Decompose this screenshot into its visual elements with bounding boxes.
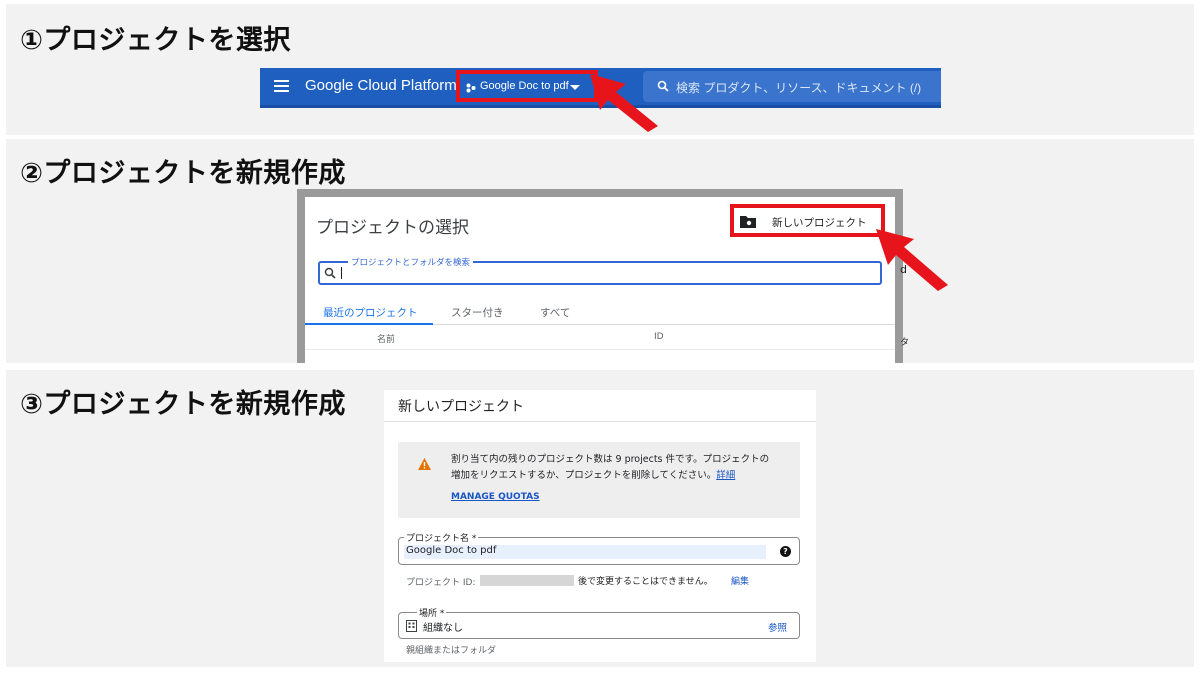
search-placeholder: 検索 プロダクト、リソース、ドキュメント (/)	[676, 81, 922, 95]
project-name-value[interactable]: Google Doc to pdf	[406, 545, 496, 556]
divider	[384, 421, 816, 422]
project-name-label: プロジェクト名 *	[404, 531, 479, 544]
project-dots-icon	[466, 83, 476, 93]
select-project-dialog: プロジェクトの選択 新しいプロジェクト プロジェクトとフォルダを検索 最近のプロ…	[297, 189, 903, 363]
search-icon	[324, 267, 336, 279]
new-project-button[interactable]: 新しいプロジェクト	[730, 204, 885, 237]
dialog-title: プロジェクトの選択	[316, 218, 469, 238]
warning-icon	[418, 458, 431, 470]
dialog-title: 新しいプロジェクト	[398, 399, 524, 415]
step3-panel: ③プロジェクトを新規作成 新しいプロジェクト 割り当て内の残りのプロジェクト数は…	[6, 370, 1194, 667]
step1-heading: ①プロジェクトを選択	[20, 25, 291, 56]
project-id-redacted	[480, 575, 574, 586]
folder-add-icon	[740, 216, 756, 228]
project-search-input[interactable]: プロジェクトとフォルダを検索	[318, 256, 882, 285]
details-link[interactable]: 詳細	[716, 470, 735, 481]
column-name[interactable]: 名前	[377, 332, 395, 345]
quota-text-line2: 増加をリクエストするか、プロジェクトを削除してください。詳細	[451, 467, 735, 481]
location-value: 組織なし	[423, 623, 463, 634]
tab-recent[interactable]: 最近のプロジェクト	[323, 305, 418, 320]
new-project-label: 新しいプロジェクト	[772, 217, 867, 229]
browse-link[interactable]: 参照	[768, 620, 787, 634]
step1-panel: ①プロジェクトを選択 Google Cloud Platform Google …	[6, 4, 1194, 135]
step3-heading: ③プロジェクトを新規作成	[20, 389, 346, 420]
project-id-label: プロジェクト ID:	[406, 578, 476, 588]
project-selector-label: Google Doc to pdf	[480, 80, 569, 92]
edit-project-id-link[interactable]: 編集	[731, 574, 749, 587]
step2-heading: ②プロジェクトを新規作成	[20, 158, 346, 189]
tab-all[interactable]: すべて	[540, 305, 570, 320]
quota-text-line1: 割り当て内の残りのプロジェクト数は 9 projects 件です。プロジェクトの	[451, 454, 770, 465]
search-input[interactable]: 検索 プロダクト、リソース、ドキュメント (/)	[643, 71, 941, 102]
clipped-text: タ	[900, 338, 910, 348]
column-divider	[305, 349, 895, 350]
tab-starred[interactable]: スター付き	[451, 305, 504, 320]
column-id[interactable]: ID	[654, 332, 664, 342]
location-label: 場所 *	[417, 606, 447, 619]
active-tab-indicator	[305, 323, 433, 325]
new-project-dialog: 新しいプロジェクト 割り当て内の残りのプロジェクト数は 9 projects 件…	[384, 390, 816, 662]
pointer-arrow-icon	[876, 229, 948, 291]
location-field[interactable]: 場所 * 組織なし 参照	[398, 606, 800, 639]
quota-notice: 割り当て内の残りのプロジェクト数は 9 projects 件です。プロジェクトの…	[398, 442, 800, 518]
location-hint: 親組織またはフォルダ	[406, 646, 497, 656]
project-selector-button[interactable]: Google Doc to pdf	[456, 70, 598, 102]
step2-panel: ②プロジェクトを新規作成 プロジェクトの選択 新しいプロジェクト プロジェクトと…	[6, 139, 1194, 363]
text-cursor	[341, 267, 342, 279]
pointer-arrow-icon	[590, 74, 658, 132]
quota-text: 増加をリクエストするか、プロジェクトを削除してください。	[451, 470, 717, 481]
project-name-field[interactable]: プロジェクト名 * Google Doc to pdf ?	[398, 531, 800, 565]
caret-down-icon	[570, 85, 580, 90]
menu-icon[interactable]	[274, 80, 289, 92]
search-field-label: プロジェクトとフォルダを検索	[348, 256, 474, 268]
project-id-note: 後で変更することはできません。	[578, 577, 713, 587]
organization-icon	[406, 620, 417, 632]
project-tabs: 最近のプロジェクト スター付き すべて	[305, 301, 895, 325]
help-icon[interactable]: ?	[780, 546, 791, 557]
manage-quotas-link[interactable]: MANAGE QUOTAS	[451, 492, 540, 502]
platform-title[interactable]: Google Cloud Platform	[305, 77, 457, 94]
